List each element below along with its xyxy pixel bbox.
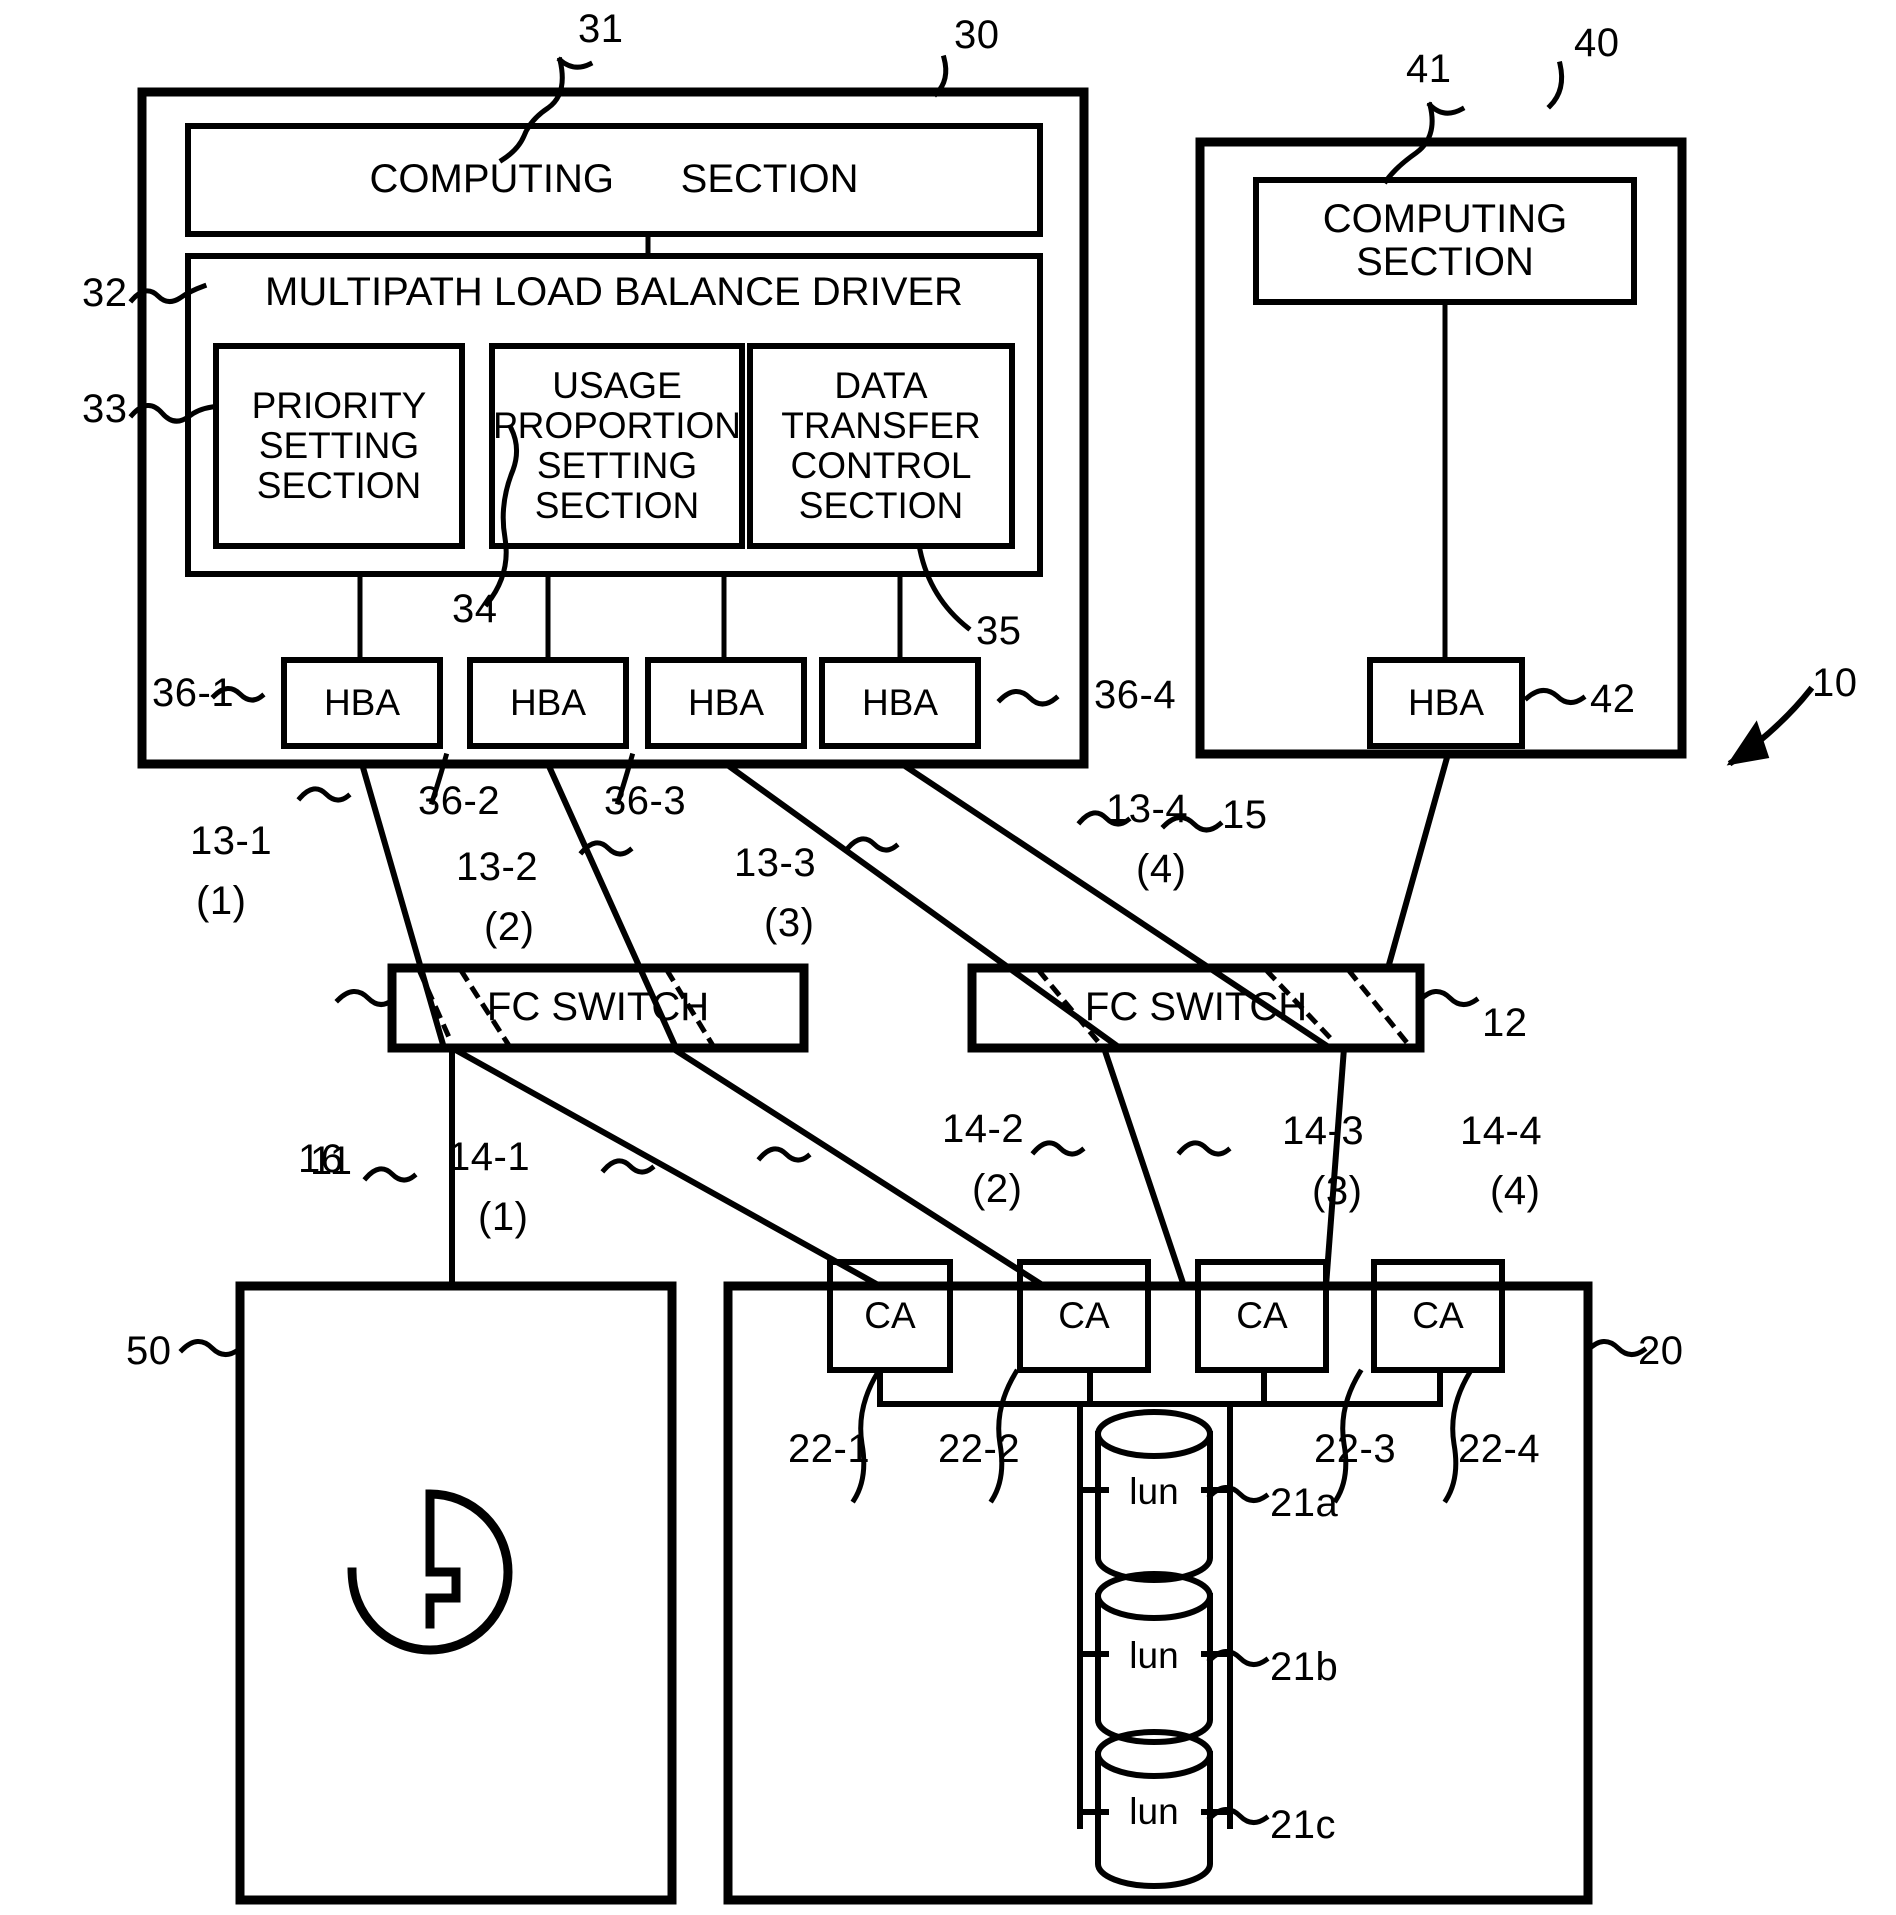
ref-36-4: 36-4 <box>1094 673 1177 717</box>
ref-12: 12 <box>1482 1001 1528 1045</box>
data-transfer-control-section-label: DATA TRANSFER CONTROL SECTION <box>781 365 981 526</box>
ca-1-label: CA <box>864 1295 916 1337</box>
multipath-driver-label: MULTIPATH LOAD BALANCE DRIVER <box>265 270 963 315</box>
ref-40: 40 <box>1574 21 1620 65</box>
hba-42-label: HBA <box>1407 682 1485 724</box>
ref-13-3: 13-3 <box>734 841 817 885</box>
ref-21a: 21a <box>1270 1481 1339 1525</box>
computing-section-primary-label: COMPUTING SECTION <box>369 157 859 202</box>
hba-4-label: HBA <box>861 682 939 724</box>
priority-setting-section-label: PRIORITY SETTING SECTION <box>251 385 427 506</box>
ref-32: 32 <box>82 271 128 315</box>
ref-42: 42 <box>1590 677 1636 721</box>
ref-16: 16 <box>298 1137 344 1181</box>
lun-21a-label: lun <box>1129 1471 1179 1513</box>
ref-20: 20 <box>1638 1329 1684 1373</box>
usage-proportion-setting-section-label: USAGE PROPORTION SETTING SECTION <box>492 365 742 526</box>
ref-13-4-index: (4) <box>1136 847 1187 891</box>
ref-50: 50 <box>126 1329 172 1373</box>
ref-22-3: 22-3 <box>1314 1427 1397 1471</box>
ref-36-2: 36-2 <box>418 779 501 823</box>
ref-36-1: 36-1 <box>152 671 235 715</box>
ca-3-label: CA <box>1236 1295 1288 1337</box>
hba-1-label: HBA <box>323 682 401 724</box>
ref-21c: 21c <box>1270 1803 1336 1847</box>
figure-canvas: COMPUTING SECTION MULTIPATH LOAD BALANCE… <box>0 0 1896 1915</box>
ref-14-2-index: (2) <box>972 1167 1023 1211</box>
ref-33: 33 <box>82 387 128 431</box>
ref-22-1: 22-1 <box>788 1427 871 1471</box>
ref-14-1: 14-1 <box>448 1135 531 1179</box>
lun-21c-label: lun <box>1129 1791 1179 1833</box>
hba-3-label: HBA <box>687 682 765 724</box>
ref-22-2: 22-2 <box>938 1427 1021 1471</box>
ca-2-label: CA <box>1058 1295 1110 1337</box>
ref-31: 31 <box>578 7 624 51</box>
ref-30: 30 <box>954 13 1000 57</box>
ref-13-2-index: (2) <box>484 905 535 949</box>
ref-35: 35 <box>976 609 1022 653</box>
hba-2-label: HBA <box>509 682 587 724</box>
fc-switch-2-label: FC SWITCH <box>1084 985 1308 1030</box>
ref-14-1-index: (1) <box>478 1195 529 1239</box>
ref-13-1: 13-1 <box>190 819 273 863</box>
ref-41: 41 <box>1406 47 1452 91</box>
ref-10: 10 <box>1812 661 1858 705</box>
ref-13-1-index: (1) <box>196 879 247 923</box>
computing-section-secondary-label: COMPUTING SECTION <box>1322 196 1568 284</box>
lun-21b-label: lun <box>1129 1635 1179 1677</box>
fc-switch-1-label: FC SWITCH <box>486 985 710 1030</box>
ref-34: 34 <box>452 587 498 631</box>
ref-14-3-index: (3) <box>1312 1169 1363 1213</box>
ca-4-label: CA <box>1412 1295 1464 1337</box>
ref-14-2: 14-2 <box>942 1107 1025 1151</box>
ref-13-4: 13-4 <box>1106 787 1189 831</box>
ref-14-3: 14-3 <box>1282 1109 1365 1153</box>
ref-14-4-index: (4) <box>1490 1169 1541 1213</box>
ref-21b: 21b <box>1270 1645 1339 1689</box>
ref-13-2: 13-2 <box>456 845 539 889</box>
ref-22-4: 22-4 <box>1458 1427 1541 1471</box>
ref-15: 15 <box>1222 793 1268 837</box>
ref-13-3-index: (3) <box>764 901 815 945</box>
ref-14-4: 14-4 <box>1460 1109 1543 1153</box>
ref-36-3: 36-3 <box>604 779 687 823</box>
